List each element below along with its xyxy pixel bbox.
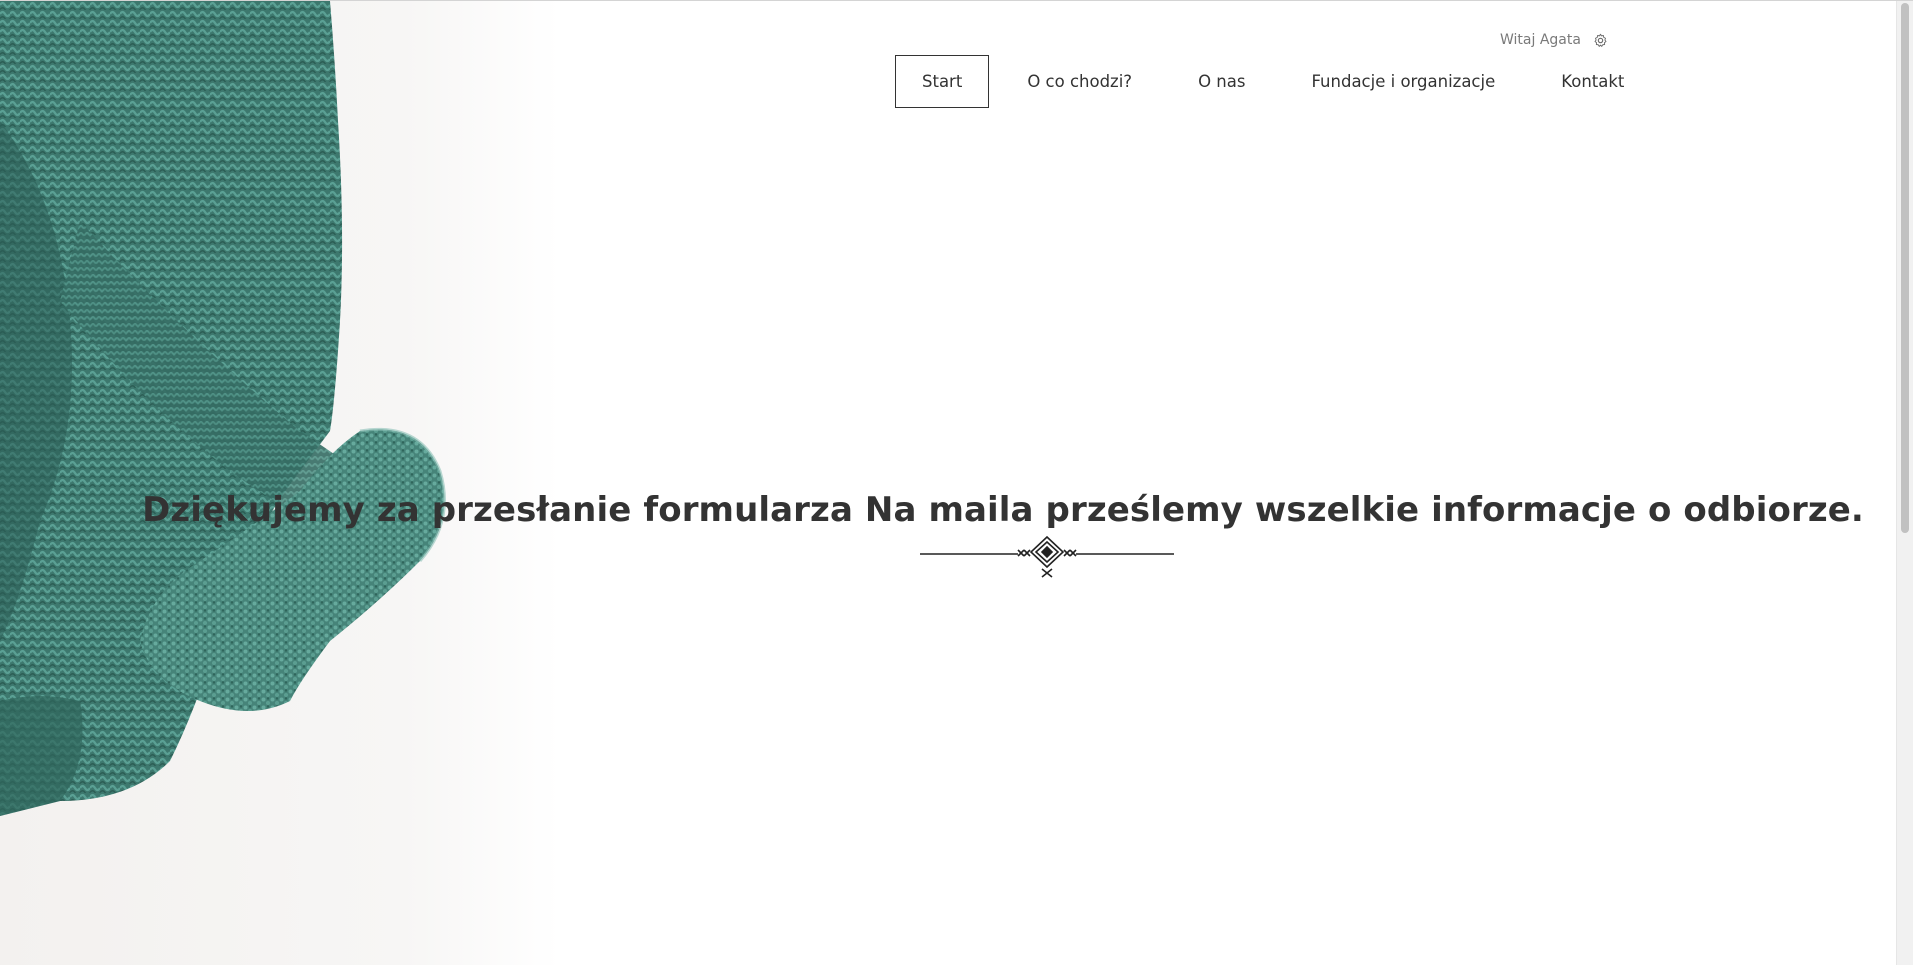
hero-sweater-image xyxy=(0,1,560,965)
user-greeting[interactable]: Witaj Agata xyxy=(1500,32,1581,48)
gear-icon[interactable] xyxy=(1593,32,1609,48)
main-nav: Start O co chodzi? O nas Fundacje i orga… xyxy=(895,55,1652,108)
nav-item-fundacje[interactable]: Fundacje i organizacje xyxy=(1283,55,1523,108)
page-scrollbar[interactable] xyxy=(1896,1,1913,965)
user-area: Witaj Agata xyxy=(1500,29,1609,51)
thank-you-heading: Dziękujemy za przesłanie formularza Na m… xyxy=(142,489,1864,530)
nav-item-label: O nas xyxy=(1198,72,1246,91)
scrollbar-thumb[interactable] xyxy=(1901,3,1909,533)
page: Witaj Agata Start O co chodzi? O nas Fun… xyxy=(0,0,1913,965)
nav-item-label: Fundacje i organizacje xyxy=(1311,72,1496,91)
nav-item-label: Start xyxy=(922,72,963,91)
nav-item-label: O co chodzi? xyxy=(1027,72,1133,91)
ornament-divider-icon xyxy=(918,533,1176,579)
nav-item-o-nas[interactable]: O nas xyxy=(1170,55,1273,108)
nav-item-kontakt[interactable]: Kontakt xyxy=(1533,55,1652,108)
nav-item-o-co-chodzi[interactable]: O co chodzi? xyxy=(999,55,1160,108)
nav-item-label: Kontakt xyxy=(1561,72,1625,91)
nav-item-start[interactable]: Start xyxy=(895,55,990,108)
